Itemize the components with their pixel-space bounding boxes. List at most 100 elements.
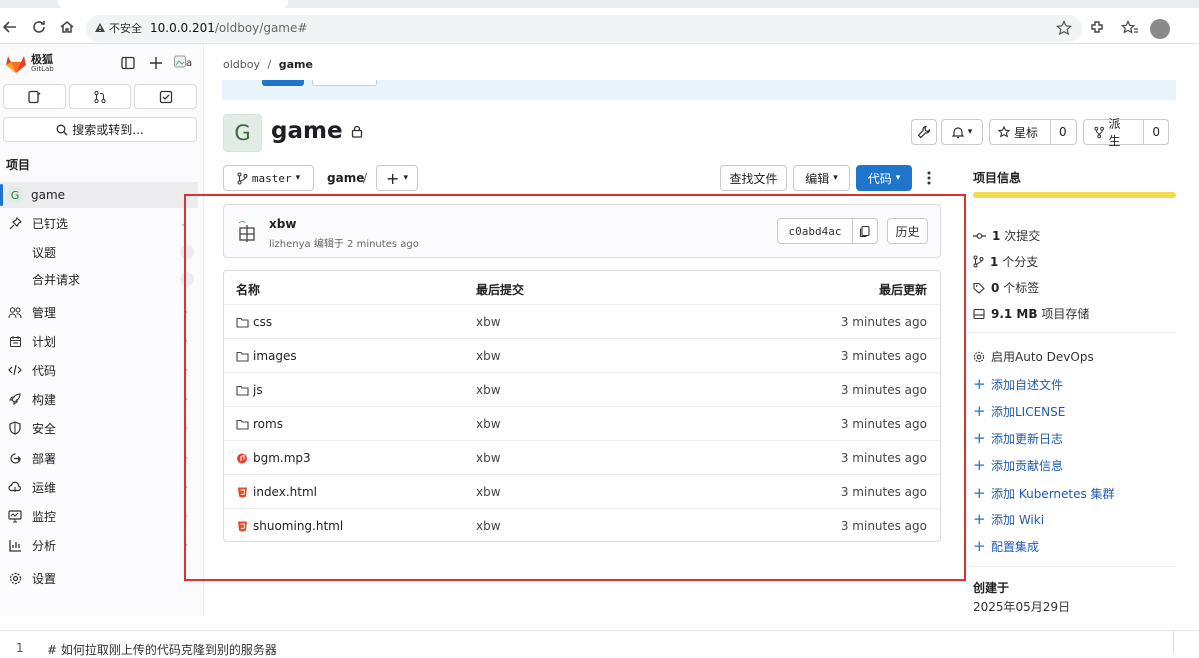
link-label: 启用Auto DevOps xyxy=(991,350,1094,364)
add-readme-link[interactable]: + 添加自述文件 xyxy=(973,375,1063,393)
sidebar-item-build[interactable]: 构建 › xyxy=(0,386,198,412)
address-bar[interactable]: 不安全 10.0.0.201/oldboy/game# xyxy=(86,15,1082,42)
edit-dropdown[interactable]: 编辑 ▾ xyxy=(793,165,850,191)
branches-count: 1 xyxy=(990,255,999,269)
profile-avatar-icon[interactable] xyxy=(1150,19,1170,39)
add-changelog-link[interactable]: + 添加更新日志 xyxy=(973,429,1063,447)
more-actions-icon[interactable] xyxy=(926,170,932,186)
chevron-down-icon: ▾ xyxy=(403,173,408,183)
link-label: 添加更新日志 xyxy=(991,431,1064,446)
bookmark-star-icon[interactable] xyxy=(1056,20,1072,36)
search-button[interactable]: 搜索或转到... xyxy=(3,117,197,142)
breadcrumb-project[interactable]: game xyxy=(279,58,313,71)
code-icon xyxy=(8,363,22,377)
branch-selector[interactable]: master ▾ xyxy=(223,165,314,191)
bell-icon xyxy=(951,126,964,138)
alert-banner xyxy=(222,80,1176,100)
chart-icon xyxy=(8,538,22,552)
fork-label: 派生 xyxy=(1108,117,1121,148)
find-file-button[interactable]: 查找文件 xyxy=(720,165,787,191)
add-file-dropdown[interactable]: + ▾ xyxy=(376,165,418,191)
sidebar-item-label: game xyxy=(31,188,66,202)
banner-primary-button[interactable] xyxy=(262,80,304,86)
link-label: 添加 Wiki xyxy=(991,512,1045,527)
add-kubernetes-link[interactable]: + 添加 Kubernetes 集群 xyxy=(973,484,1115,502)
sidebar-item-code[interactable]: 代码 › xyxy=(0,357,198,383)
quick-actions xyxy=(3,84,198,109)
reload-icon[interactable] xyxy=(31,19,49,37)
link-label: 添加 Kubernetes 集群 xyxy=(991,486,1115,501)
link-label: 配置集成 xyxy=(991,539,1040,554)
breadcrumb-group[interactable]: oldboy xyxy=(223,58,260,71)
brand-logo[interactable]: 极狐 GitLab xyxy=(5,54,54,74)
favorites-icon[interactable] xyxy=(1121,20,1139,36)
link-label: 添加LICENSE xyxy=(991,404,1066,419)
banner-secondary-button[interactable] xyxy=(312,80,377,86)
extensions-icon[interactable] xyxy=(1089,20,1105,36)
sidebar-item-pinned[interactable]: 已钉选 ⌄ xyxy=(0,210,198,236)
add-contributing-link[interactable]: + 添加贡献信息 xyxy=(973,456,1063,474)
sidebar-item-label: 代码 xyxy=(32,363,57,378)
scrollbar-edge xyxy=(1173,631,1174,653)
sidebar-item-plan[interactable]: 计划 › xyxy=(0,328,198,354)
issues-button[interactable] xyxy=(3,84,66,109)
lock-icon xyxy=(351,125,362,138)
storage-usage-bar xyxy=(973,192,1176,198)
enable-auto-devops-link[interactable]: 启用Auto DevOps xyxy=(973,348,1094,365)
merge-requests-button[interactable] xyxy=(68,84,132,109)
fork-count: 0 xyxy=(1143,120,1168,144)
gear-icon xyxy=(8,571,22,585)
sidebar-item-merge-requests[interactable]: 合并请求 xyxy=(0,266,198,292)
highlight-annotation-box xyxy=(184,194,966,581)
home-icon[interactable] xyxy=(59,19,77,37)
user-avatar-icon[interactable]: a xyxy=(174,54,194,70)
branches-stat[interactable]: 1 个分支 xyxy=(973,253,1038,270)
collapse-sidebar-icon[interactable] xyxy=(121,56,135,70)
storage-stat[interactable]: 9.1 MB 项目存储 xyxy=(973,305,1089,322)
commits-stat[interactable]: 1 次提交 xyxy=(973,227,1040,244)
configure-integrations-link[interactable]: + 配置集成 xyxy=(973,537,1039,555)
storage-icon xyxy=(973,308,985,319)
new-item-icon[interactable] xyxy=(149,56,163,70)
link-label: 添加自述文件 xyxy=(991,377,1064,392)
plus-icon: + xyxy=(973,429,986,447)
branch-icon xyxy=(237,172,248,184)
settings-wrench-button[interactable] xyxy=(911,119,937,145)
sidebar-item-manage[interactable]: 管理 › xyxy=(0,299,198,325)
notifications-button[interactable]: ▾ xyxy=(941,119,983,145)
code-dropdown[interactable]: 代码 ▾ xyxy=(856,165,912,191)
url-host: 10.0.0.201 xyxy=(150,21,215,35)
divider xyxy=(969,566,1176,567)
sidebar-item-security[interactable]: 安全 › xyxy=(0,415,198,441)
security-warning[interactable]: 不安全 xyxy=(94,20,142,36)
sidebar-item-project[interactable]: G game xyxy=(0,182,198,208)
sidebar-item-operate[interactable]: 运维 › xyxy=(0,474,198,500)
commit-icon xyxy=(973,232,986,239)
add-wiki-link[interactable]: + 添加 Wiki xyxy=(973,510,1044,528)
brand-sub: GitLab xyxy=(31,65,54,73)
sidebar-item-settings[interactable]: 设置 xyxy=(0,565,198,591)
sidebar-item-label: 安全 xyxy=(32,421,57,436)
fork-button[interactable]: 派生 0 xyxy=(1083,117,1169,148)
repo-root-link[interactable]: game xyxy=(327,171,364,185)
back-icon[interactable] xyxy=(2,19,20,37)
active-tab[interactable] xyxy=(58,0,288,8)
sidebar-item-issues[interactable]: 议题 xyxy=(0,239,198,265)
shield-icon xyxy=(8,421,22,435)
add-license-link[interactable]: + 添加LICENSE xyxy=(973,402,1065,420)
page-title: game xyxy=(271,118,363,144)
sidebar-item-label: 计划 xyxy=(32,334,57,349)
sidebar-item-analyze[interactable]: 分析 › xyxy=(0,532,198,558)
tags-stat[interactable]: 0 个标签 xyxy=(973,279,1039,296)
issues-icon xyxy=(28,90,41,103)
todos-button[interactable] xyxy=(134,84,198,109)
star-label: 星标 xyxy=(1014,125,1039,140)
branch-icon xyxy=(973,255,984,268)
search-icon xyxy=(56,124,68,135)
sidebar-item-label: 分析 xyxy=(32,538,57,553)
sidebar-item-deploy[interactable]: 部署 › xyxy=(0,445,198,471)
plus-icon: + xyxy=(973,402,986,420)
star-button[interactable]: 星标 0 xyxy=(989,119,1077,145)
sidebar-item-monitor[interactable]: 监控 › xyxy=(0,503,198,529)
sidebar-item-label: 监控 xyxy=(32,509,57,524)
